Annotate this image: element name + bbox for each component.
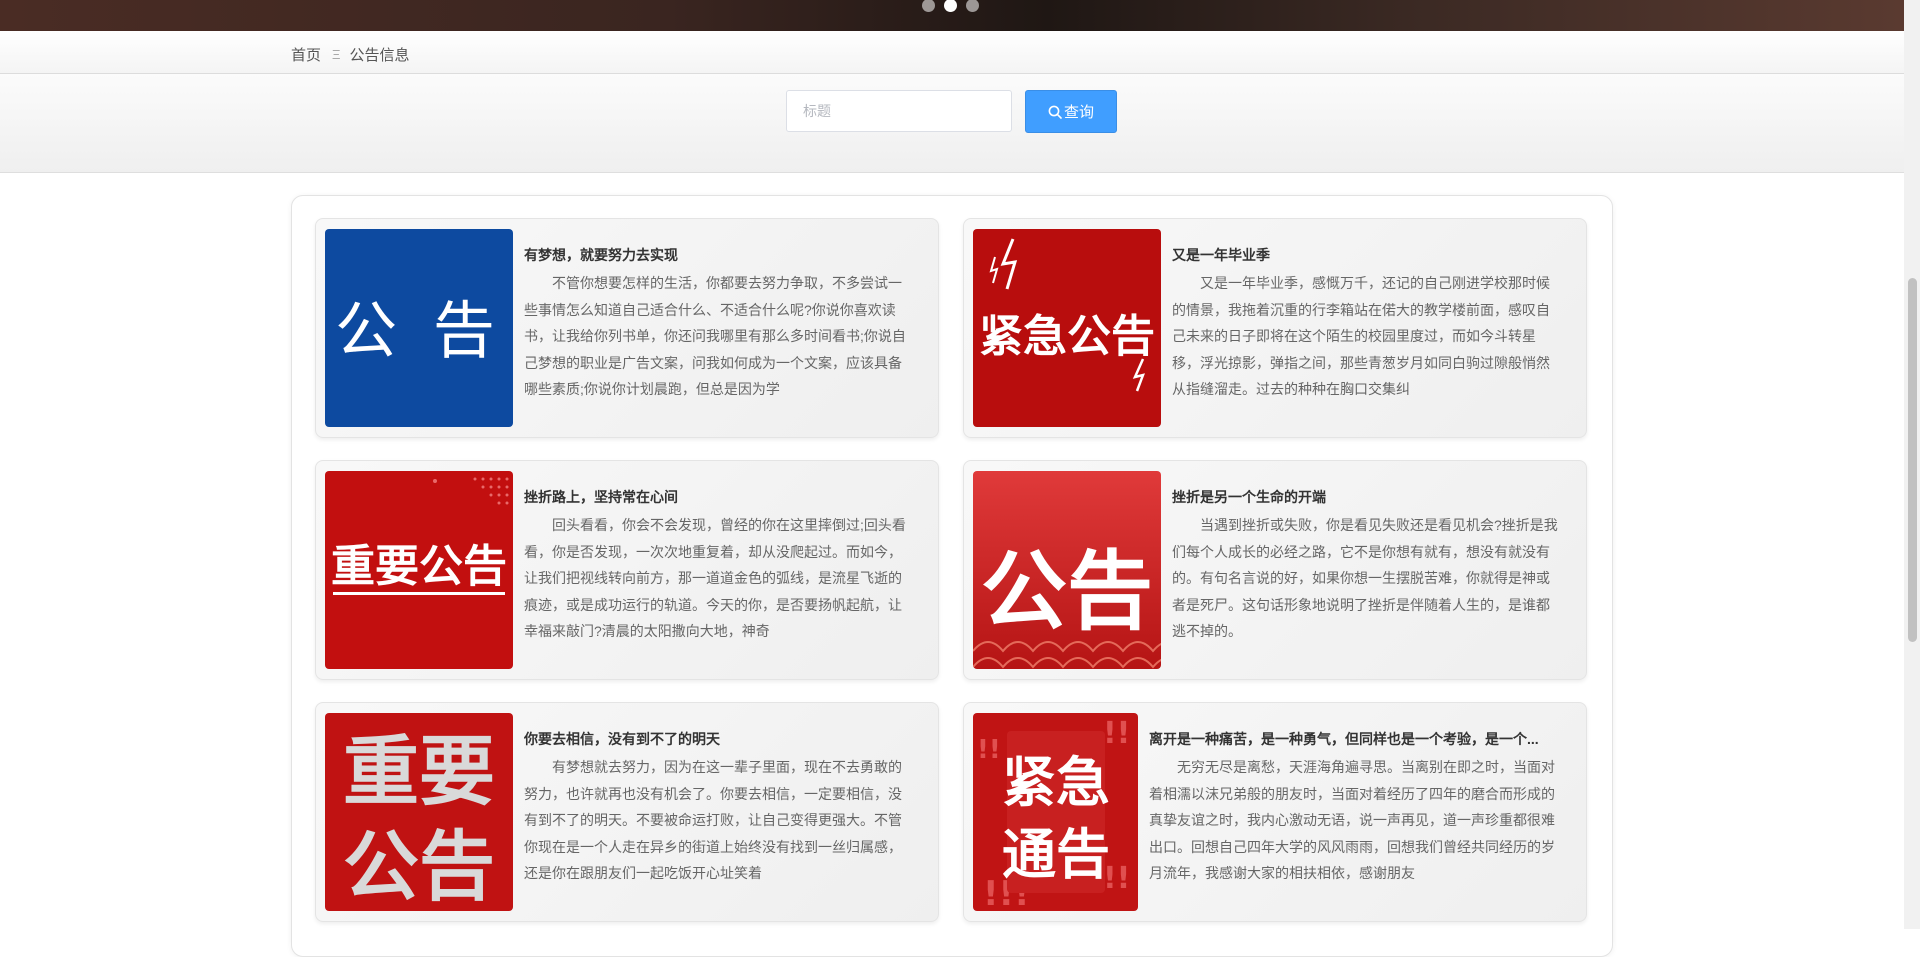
notice-thumbnail: 公 告 [325, 229, 513, 427]
notice-thumbnail-text: 紧急公告 [979, 311, 1155, 362]
notice-card[interactable]: 紧急公告 又是一年毕业季 又是一年毕业季，感慨万千，还记的自己刚进学校那时候的情… [963, 218, 1587, 438]
notice-title[interactable]: 有梦想，就要努力去实现 [524, 243, 914, 267]
notice-card[interactable]: 重要公告 挫折路上，坚持常在心间 回头看看，你会不会发现，曾经的你在这里摔倒过;… [315, 460, 939, 680]
notice-excerpt: 有梦想就去努力，因为在这一辈子里面，现在不去勇敢的努力，也许就再也没有机会了。你… [524, 759, 902, 881]
notice-title[interactable]: 挫折是另一个生命的开端 [1172, 485, 1562, 509]
svg-text:!!: !! [1103, 716, 1130, 751]
search-icon [1048, 105, 1062, 119]
notice-excerpt: 不管你想要怎样的生活，你都要去努力争取，不多尝试一些事情怎么知道自己适合什么、不… [524, 275, 906, 397]
notice-thumbnail: 紧急公告 [973, 229, 1161, 427]
notice-thumbnail: 重要公告 [325, 471, 513, 669]
notice-thumbnail: 公告 [973, 471, 1161, 669]
notice-title[interactable]: 挫折路上，坚持常在心间 [524, 485, 914, 509]
carousel-indicators [922, 0, 979, 12]
notice-thumbnail: !! !! !!! !! 紧急 通告 [973, 713, 1138, 911]
carousel-banner [0, 0, 1904, 31]
notice-excerpt: 当遇到挫折或失败，你是看见失败还是看见机会?挫折是我们每个人成长的必经之路，它不… [1172, 517, 1558, 639]
notice-excerpt: 无穷无尽是离愁，天涯海角遍寻思。当离别在即之时，当面对着相濡以沫兄弟般的朋友时，… [1149, 759, 1555, 881]
notice-title[interactable]: 你要去相信，没有到不了的明天 [524, 727, 914, 751]
notice-thumbnail-text: 重要公告 [331, 541, 507, 592]
notice-thumbnail: 重要 公告 [325, 713, 513, 911]
notice-thumbnail-text-line1: 重要 [343, 727, 495, 816]
notice-thumbnail-text-line1: 紧急 [1002, 751, 1110, 814]
carousel-dot-3[interactable] [966, 0, 979, 12]
breadcrumb: 首页 Ξ 公告信息 [291, 44, 409, 65]
breadcrumb-current: 公告信息 [349, 47, 410, 64]
title-search-input[interactable] [786, 90, 1012, 132]
breadcrumb-home-link[interactable]: 首页 [291, 44, 321, 65]
page-scrollbar[interactable] [1904, 0, 1920, 929]
notice-thumbnail-text: 公 告 [335, 294, 503, 367]
notice-title[interactable]: 离开是一种痛苦，是一种勇气，但同样也是一个考验，是一个... [1149, 727, 1562, 751]
notice-thumbnail-text: 公告 [981, 542, 1153, 642]
search-button-label: 查询 [1063, 104, 1094, 121]
notice-excerpt: 回头看看，你会不会发现，曾经的你在这里摔倒过;回头看看，你是否发现，一次次地重复… [524, 517, 906, 639]
notice-card[interactable]: 公告 挫折是另一个生命的开端 当遇到挫折或失败，你是看见失败还是看见机会?挫折是… [963, 460, 1587, 680]
notice-excerpt: 又是一年毕业季，感慨万千，还记的自己刚进学校那时候的情景，我拖着沉重的行李箱站在… [1172, 275, 1550, 397]
search-bar: 查询 [0, 74, 1904, 173]
notice-title[interactable]: 又是一年毕业季 [1172, 243, 1562, 267]
carousel-dot-1[interactable] [922, 0, 935, 12]
svg-text:!!: !! [977, 735, 1001, 765]
breadcrumb-separator-icon: Ξ [332, 47, 341, 62]
notice-thumbnail-text-line2: 通告 [1002, 823, 1110, 886]
carousel-dot-2[interactable] [944, 0, 957, 12]
notice-card[interactable]: !! !! !!! !! 紧急 通告 离开是一种痛苦，是一种勇气，但同样也是一个… [963, 702, 1587, 922]
notice-list-panel: 公 告 有梦想，就要努力去实现 不管你想要怎样的生活，你都要去努力争取，不多尝试… [291, 195, 1613, 957]
notice-card[interactable]: 重要 公告 你要去相信，没有到不了的明天 有梦想就去努力，因为在这一辈子里面，现… [315, 702, 939, 922]
page-scrollbar-thumb[interactable] [1908, 278, 1917, 642]
notice-card[interactable]: 公 告 有梦想，就要努力去实现 不管你想要怎样的生活，你都要去努力争取，不多尝试… [315, 218, 939, 438]
breadcrumb-bar: 首页 Ξ 公告信息 [0, 31, 1904, 74]
search-button[interactable]: 查询 [1025, 90, 1117, 133]
notice-thumbnail-text-line2: 公告 [343, 822, 495, 911]
